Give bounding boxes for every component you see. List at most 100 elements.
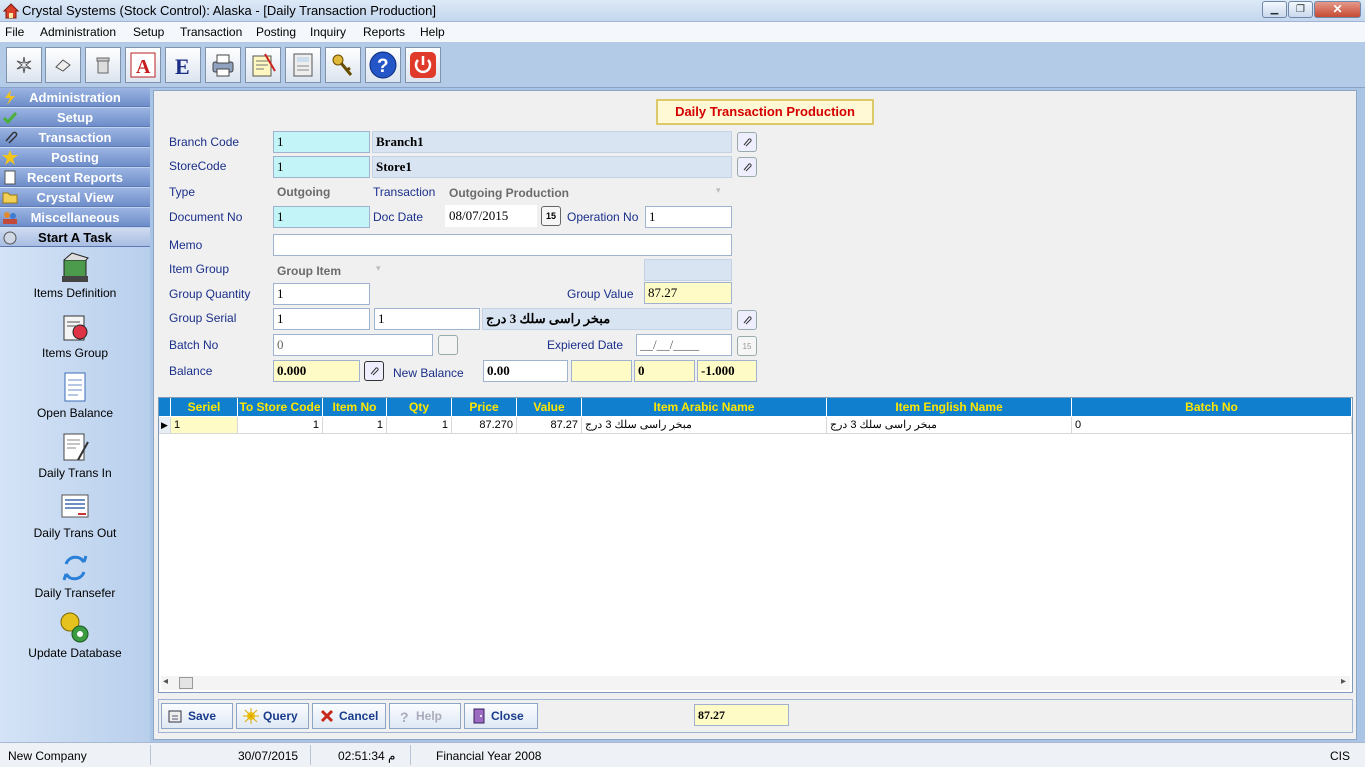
- col-qty[interactable]: Qty: [387, 398, 452, 416]
- menu-administration[interactable]: Administration: [40, 25, 116, 39]
- branch-code-field[interactable]: 1: [273, 131, 370, 153]
- minimize-button[interactable]: ▁: [1262, 1, 1287, 18]
- col-batch-no[interactable]: Batch No: [1072, 398, 1352, 416]
- menu-posting[interactable]: Posting: [256, 25, 296, 39]
- calculator-button[interactable]: [285, 47, 321, 83]
- col-to-store-code[interactable]: To Store Code: [238, 398, 323, 416]
- task-items-group[interactable]: Items Group: [0, 310, 150, 360]
- col-item-english-name[interactable]: Item English Name: [827, 398, 1072, 416]
- scroll-thumb[interactable]: [179, 677, 193, 689]
- memo-label: Memo: [169, 238, 203, 252]
- print-button[interactable]: [205, 47, 241, 83]
- cell-to-store-code[interactable]: 1: [238, 417, 323, 434]
- group-serial-field-2[interactable]: 1: [374, 308, 480, 330]
- delete-button[interactable]: [85, 47, 121, 83]
- erase-button[interactable]: [45, 47, 81, 83]
- col-seriel[interactable]: Seriel: [171, 398, 238, 416]
- group-serial-field-1[interactable]: 1: [273, 308, 370, 330]
- cell-value[interactable]: 87.27: [517, 417, 582, 434]
- task-daily-transefer[interactable]: Daily Transefer: [0, 550, 150, 600]
- type-select[interactable]: Outgoing: [273, 181, 357, 203]
- menu-file[interactable]: File: [5, 25, 24, 39]
- menu-setup[interactable]: Setup: [133, 25, 164, 39]
- cell-qty[interactable]: 1: [387, 417, 452, 434]
- security-button[interactable]: [325, 47, 361, 83]
- group-quantity-field[interactable]: 1: [273, 283, 370, 305]
- balance-label: Balance: [169, 364, 213, 378]
- cell-item-english-name[interactable]: مبخر راسى سلك 3 درج: [827, 417, 1072, 434]
- balance-refresh-button[interactable]: [364, 361, 384, 381]
- sidebar-group-recent-reports[interactable]: Recent Reports: [0, 168, 150, 187]
- cell-item-no[interactable]: 1: [323, 417, 387, 434]
- close-window-button[interactable]: ✕: [1314, 1, 1361, 18]
- english-button[interactable]: E: [165, 47, 201, 83]
- sidebar-group-transaction[interactable]: Transaction: [0, 128, 150, 147]
- help-button[interactable]: ?: [365, 47, 401, 83]
- exit-button[interactable]: [405, 47, 441, 83]
- sidebar-group-crystal-view[interactable]: Crystal View: [0, 188, 150, 207]
- task-daily-trans-in[interactable]: Daily Trans In: [0, 430, 150, 480]
- app-house-icon: [3, 3, 19, 19]
- menu-transaction[interactable]: Transaction: [180, 25, 242, 39]
- operation-no-field[interactable]: 1: [645, 206, 732, 228]
- task-items-definition[interactable]: Items Definition: [0, 250, 150, 300]
- expired-date-field[interactable]: __/__/____: [636, 334, 732, 356]
- doc-date-field[interactable]: 08/07/2015: [445, 205, 537, 227]
- close-button[interactable]: Close: [464, 703, 538, 729]
- item-group-dropdown-arrow-icon[interactable]: ▾: [376, 263, 381, 274]
- menu-inquiry[interactable]: Inquiry: [310, 25, 346, 39]
- scroll-right-icon[interactable]: ▸: [1341, 676, 1346, 687]
- transaction-dropdown-arrow-icon[interactable]: ▾: [716, 185, 721, 196]
- store-code-field[interactable]: 1: [273, 156, 370, 178]
- sidebar-group-posting[interactable]: Posting: [0, 148, 150, 167]
- title-bar: Crystal Systems (Stock Control): Alaska …: [0, 0, 1365, 22]
- batch-no-field[interactable]: 0: [273, 334, 433, 356]
- col-item-no[interactable]: Item No: [323, 398, 387, 416]
- arabic-button[interactable]: A: [125, 47, 161, 83]
- menu-help[interactable]: Help: [420, 25, 445, 39]
- query-button[interactable]: Query: [236, 703, 309, 729]
- paperclip-icon: [743, 316, 752, 325]
- scroll-left-icon[interactable]: ◂: [163, 676, 168, 687]
- items-definition-icon: [62, 252, 89, 282]
- save-button[interactable]: Save: [161, 703, 233, 729]
- english-e-icon: E: [175, 54, 190, 79]
- task-update-database[interactable]: Update Database: [0, 610, 150, 660]
- transaction-select[interactable]: Outgoing Production: [445, 182, 715, 204]
- task-daily-trans-out[interactable]: Daily Trans Out: [0, 490, 150, 540]
- cell-batch-no[interactable]: 0: [1072, 417, 1352, 434]
- folder-icon: [2, 192, 18, 204]
- memo-field[interactable]: [273, 234, 732, 256]
- cell-seriel[interactable]: 1: [171, 417, 238, 434]
- menu-reports[interactable]: Reports: [363, 25, 405, 39]
- col-price[interactable]: Price: [452, 398, 517, 416]
- task-open-balance[interactable]: Open Balance: [0, 370, 150, 420]
- store-lookup-button[interactable]: [737, 157, 757, 177]
- cell-item-arabic-name[interactable]: مبخر راسى سلك 3 درج: [582, 417, 827, 434]
- notes-button[interactable]: [245, 47, 281, 83]
- store-code-label: StoreCode: [169, 159, 227, 173]
- sidebar-group-miscellaneous[interactable]: Miscellaneous: [0, 208, 150, 227]
- branch-lookup-button[interactable]: [737, 132, 757, 152]
- svg-text:?: ?: [400, 709, 409, 724]
- calendar-button[interactable]: 15: [541, 206, 561, 226]
- new-button[interactable]: [6, 47, 42, 83]
- sidebar-group-administration[interactable]: Administration: [0, 88, 150, 107]
- group-serial-lookup-button[interactable]: [737, 310, 757, 330]
- item-group-select[interactable]: Group Item: [273, 260, 373, 282]
- horizontal-scrollbar[interactable]: ◂ ▸: [161, 676, 1350, 690]
- col-value[interactable]: Value: [517, 398, 582, 416]
- expired-calendar-button[interactable]: 15: [737, 336, 757, 356]
- group-value-label: Group Value: [567, 287, 634, 301]
- batch-no-button[interactable]: [438, 335, 458, 355]
- transfer-arrows-icon: [62, 555, 88, 581]
- maximize-button[interactable]: ❐: [1288, 1, 1313, 18]
- help-question-icon: ?: [400, 709, 409, 724]
- sidebar-group-setup[interactable]: Setup: [0, 108, 150, 127]
- document-no-field[interactable]: 1: [273, 206, 370, 228]
- help-form-button[interactable]: ? Help: [389, 703, 461, 729]
- cancel-button[interactable]: Cancel: [312, 703, 386, 729]
- col-item-arabic-name[interactable]: Item Arabic Name: [582, 398, 827, 416]
- sidebar-group-start-a-task[interactable]: Start A Task: [0, 228, 150, 247]
- cell-price[interactable]: 87.270: [452, 417, 517, 434]
